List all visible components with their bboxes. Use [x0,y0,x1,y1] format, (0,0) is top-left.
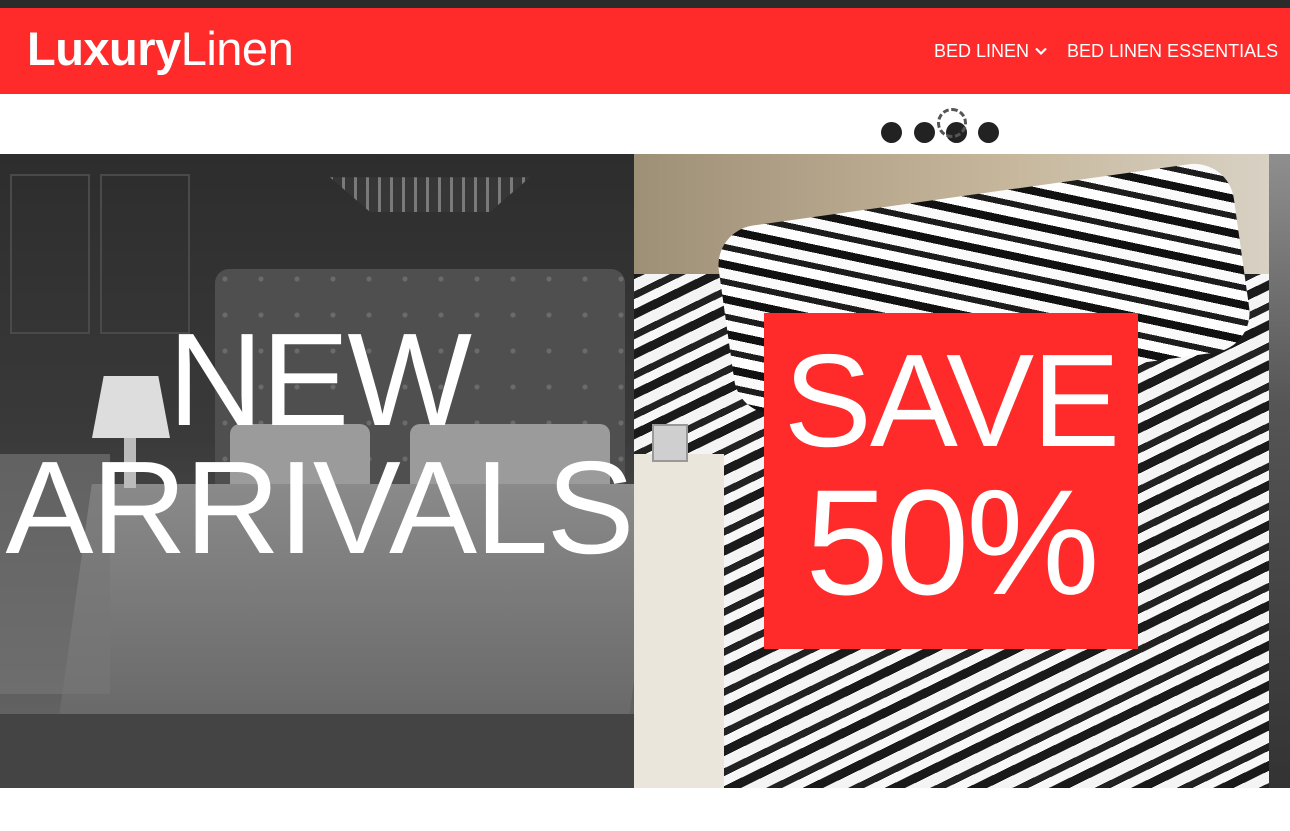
slide-save-50[interactable]: SAVE 50% [634,154,1269,788]
top-strip [0,0,1290,8]
slider-dot-1[interactable] [881,122,902,143]
logo-bold-text: Luxury [27,22,181,75]
wall-panel [10,174,90,334]
nav-item-label: BED LINEN ESSENTIALS [1067,41,1279,61]
logo-light-text: Linen [180,22,294,75]
slide-new-arrivals[interactable]: NEW ARRIVALS [0,154,634,788]
hero-slider[interactable]: NEW ARRIVALS SAVE 50% [0,154,1290,788]
promo-badge: SAVE 50% [764,313,1138,649]
slide-headline-line1: NEW [168,306,472,453]
chandelier-image [330,177,530,212]
nav-item-bed-linen-essentials[interactable]: BED LINEN ESSENTIALS [1067,39,1278,63]
nav-item-label: BED LINEN [934,41,1030,61]
slider-dot-2[interactable] [914,122,935,143]
promo-line2: 50% [805,458,1099,626]
slide-headline-line2: ARRIVALS [5,434,634,581]
promo-line1: SAVE [783,327,1120,474]
site-header: LuxuryLinen BED LINEN BED LINEN ESSENTIA… [0,8,1290,94]
nightstand-image [634,454,724,788]
slide-next-peek[interactable] [1269,154,1290,788]
slider-dot-4[interactable] [978,122,999,143]
slider-pagination [0,94,1290,154]
main-nav: BED LINEN BED LINEN ESSENTIALS BE [934,39,1290,63]
floor-image [0,714,634,788]
site-logo[interactable]: LuxuryLinen [27,22,294,75]
nav-item-bed-linen[interactable]: BED LINEN [934,39,1047,63]
clock-image [652,424,688,462]
chevron-down-icon [1035,47,1047,56]
loading-spinner-icon [937,108,967,138]
